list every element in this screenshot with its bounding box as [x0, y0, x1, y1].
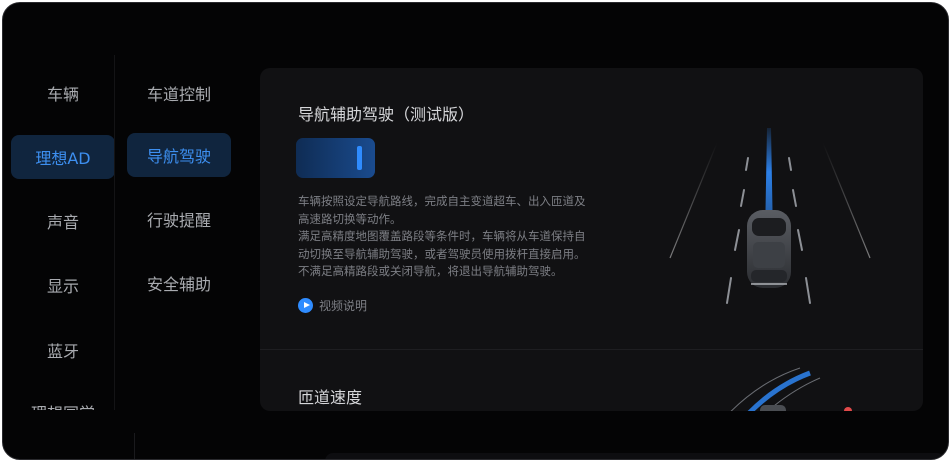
- secondary-nav-item-nav-driving[interactable]: 导航驾驶: [127, 133, 231, 177]
- description-line: 不满足高精路段或关闭导航，将退出导航辅助驾驶。: [298, 264, 563, 278]
- primary-nav-item-bluetooth[interactable]: 蓝牙: [11, 328, 115, 372]
- primary-nav-item-sound[interactable]: 声音: [11, 199, 115, 243]
- primary-nav-label: 理想同学: [31, 400, 95, 410]
- bottom-divider: [134, 433, 135, 459]
- primary-nav-label: 理想AD: [35, 149, 91, 168]
- primary-nav-item-li-assistant[interactable]: 理想同学: [11, 390, 115, 410]
- road-edge-left: [669, 142, 718, 259]
- primary-nav: 车辆 理想AD 声音 显示 蓝牙 理想同学: [3, 55, 115, 410]
- secondary-nav-item-safety-assist[interactable]: 安全辅助: [127, 261, 231, 305]
- secondary-nav-label: 车道控制: [146, 85, 211, 104]
- car-icon: [747, 210, 791, 288]
- secondary-nav-label: 行驶提醒: [146, 211, 211, 230]
- description-line: 车辆按照设定导航路线，完成自主变道超车、出入匝道及: [298, 194, 586, 208]
- ramp-speed-title: 匝道速度: [298, 388, 363, 407]
- section-divider: [260, 349, 923, 350]
- primary-nav-item-display[interactable]: 显示: [11, 263, 115, 307]
- video-link-label: 视频说明: [319, 299, 368, 313]
- primary-nav-label: 蓝牙: [46, 342, 79, 361]
- description-line: 高速路切换等动作。: [298, 211, 402, 226]
- play-icon: [298, 298, 313, 313]
- secondary-nav-item-lane-control[interactable]: 车道控制: [127, 71, 231, 115]
- primary-nav-item-vehicle[interactable]: 车辆: [11, 71, 115, 115]
- nav-assist-toggle[interactable]: [296, 138, 375, 178]
- nav-assist-description: 车辆按照设定导航路线，完成自主变道超车、出入匝道及 高速路切换等动作。 满足高精…: [298, 193, 613, 281]
- bottom-bar: [325, 453, 945, 459]
- primary-nav-label: 车辆: [46, 85, 79, 104]
- secondary-nav-label: 安全辅助: [146, 275, 211, 294]
- description-line: 满足高精度地图覆盖路段等条件时，车辆将从车道保持自: [298, 229, 586, 243]
- toggle-knob: [357, 146, 362, 170]
- secondary-nav-label: 导航驾驶: [146, 147, 211, 166]
- video-explanation-link[interactable]: 视频说明: [298, 297, 367, 314]
- ramp-illustration: [730, 367, 852, 411]
- secondary-nav-item-driving-reminder[interactable]: 行驶提醒: [127, 197, 231, 241]
- primary-nav-item-li-ad[interactable]: 理想AD: [11, 135, 115, 179]
- content-panel: 导航辅助驾驶（测试版） 车辆按照设定导航路线，完成自主变道超车、出入匝道及 高速…: [260, 68, 923, 411]
- description-line: 动切换至导航辅助驾驶，或者驾驶员使用拨杆直接启用。: [298, 246, 586, 261]
- nav-divider: [114, 55, 115, 410]
- highway-car-illustration: [669, 128, 871, 304]
- primary-nav-label: 声音: [46, 213, 79, 232]
- settings-window: 车辆 理想AD 声音 显示 蓝牙 理想同学 车道控制 导航驾驶 行驶提醒 安全辅…: [2, 2, 949, 460]
- primary-nav-label: 显示: [46, 277, 79, 296]
- nav-assist-title: 导航辅助驾驶（测试版）: [298, 105, 475, 124]
- road-edge-right: [822, 142, 871, 259]
